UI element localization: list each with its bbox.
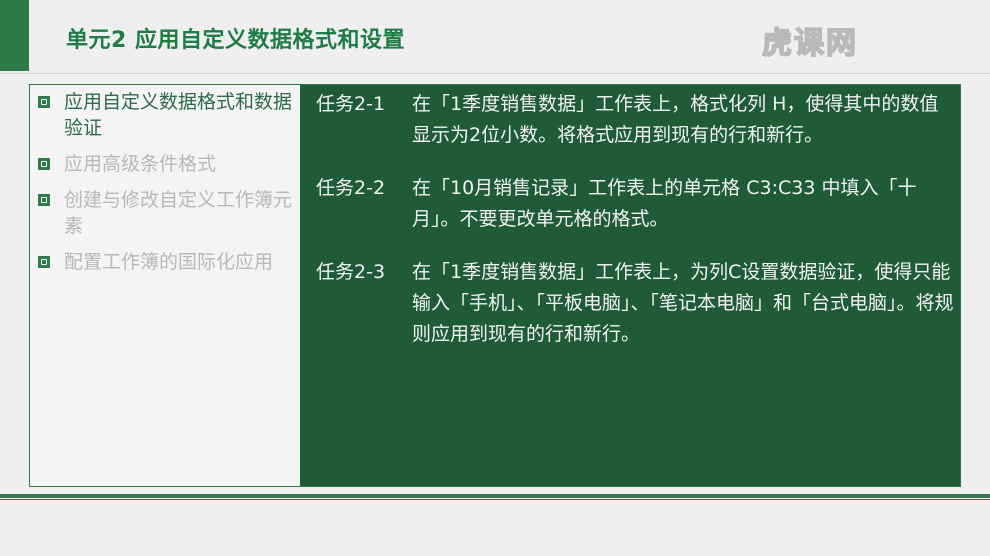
slide-title: 单元2 应用自定义数据格式和设置 [66,28,405,53]
footer-divider-thin [0,499,990,500]
sidebar-item-label: 应用自定义数据格式和数据验证 [64,91,293,139]
slide-header: 单元2 应用自定义数据格式和设置 虎课网 [0,0,990,74]
task-description: 在「1季度销售数据」工作表上，为列C设置数据验证，使得只能输入「手机」、「平板电… [412,261,954,345]
sidebar-item-label: 创建与修改自定义工作簿元素 [64,189,293,237]
task-id: 任务2-1 [316,93,386,115]
sidebar-item-label: 应用高级条件格式 [64,153,217,175]
task-id: 任务2-3 [316,261,386,283]
sidebar-item-data-format[interactable]: 应用自定义数据格式和数据验证 [30,89,300,141]
footer-divider [0,494,990,498]
sidebar-item-conditional-format[interactable]: 应用高级条件格式 [30,151,300,177]
slide-icon [38,194,50,206]
sidebar-item-workbook-elements[interactable]: 创建与修改自定义工作簿元素 [30,187,300,239]
watermark-logo: 虎课网 [761,25,858,62]
sidebar-item-internationalization[interactable]: 配置工作簿的国际化应用 [30,249,300,275]
sidebar: 应用自定义数据格式和数据验证 应用高级条件格式 创建与修改自定义工作簿元素 配置… [30,85,300,486]
slide-icon [38,158,50,170]
task-description: 在「1季度销售数据」工作表上，格式化列 H，使得其中的数值显示为2位小数。将格式… [412,93,939,146]
content-panel: 应用自定义数据格式和数据验证 应用高级条件格式 创建与修改自定义工作簿元素 配置… [29,84,961,487]
task-id: 任务2-2 [316,177,386,199]
sidebar-item-label: 配置工作簿的国际化应用 [64,251,274,273]
slide-icon [38,96,50,108]
header-accent-bar [0,0,29,71]
task-panel: 任务2-1 在「1季度销售数据」工作表上，格式化列 H，使得其中的数值显示为2位… [300,85,960,486]
task-description: 在「10月销售记录」工作表上的单元格 C3:C33 中填入「十月」。不要更改单元… [412,177,917,230]
slide-icon [38,256,50,268]
